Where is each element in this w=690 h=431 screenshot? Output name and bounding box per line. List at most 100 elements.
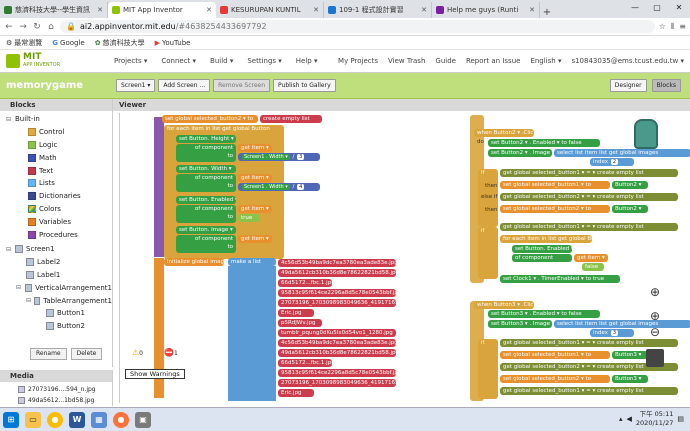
remove-screen-button[interactable]: Remove Screen — [213, 79, 271, 92]
clock[interactable]: 下午 05:11 2020/11/27 — [636, 410, 673, 428]
compare-block[interactable]: get global selected_button1 ▾ = ▾ create… — [500, 169, 678, 177]
zoom-in-icon[interactable]: ⊕ — [650, 309, 660, 323]
image-text-block[interactable]: 4c56d53b49ba9dc7ea3780ea3ade83e.jpg — [278, 339, 396, 347]
set-button2-enabled-block[interactable]: set Button2 ▾ . Enabled ▾ to false — [488, 139, 600, 147]
set-clock-timer-block[interactable]: set Clock1 ▾ . TimerEnabled ▾ to true — [500, 275, 620, 283]
image-text-block[interactable]: 66d5172...fbc.1.jpg — [278, 359, 332, 367]
volume-icon[interactable]: ◀ — [627, 415, 632, 423]
collapse-icon[interactable]: ⊟ — [6, 246, 12, 253]
set-button3-image-block[interactable]: set Button3 ▾ . Image ▾ to — [488, 320, 552, 328]
close-icon[interactable]: ✕ — [313, 6, 319, 14]
menu-help[interactable]: Help ▾ — [296, 57, 318, 65]
menu-connect[interactable]: Connect ▾ — [161, 57, 196, 65]
menu-build[interactable]: Build ▾ — [210, 57, 233, 65]
set-selected-button1-block[interactable]: set global selected_button1 ▾ to — [500, 351, 610, 359]
new-tab-button[interactable]: + — [540, 7, 554, 18]
designer-button[interactable]: Designer — [609, 79, 647, 92]
menu-settings[interactable]: Settings ▾ — [247, 57, 281, 65]
image-text-block[interactable]: Eric.jpg — [278, 389, 314, 397]
collapse-icon[interactable]: ⊟ — [26, 297, 31, 304]
make-a-list-block[interactable]: make a list — [228, 258, 276, 266]
view-trash-link[interactable]: View Trash — [388, 57, 425, 65]
back-icon[interactable]: ← — [4, 22, 14, 32]
url-field[interactable]: 🔒 ai2.appinventor.mit.edu/#4638254433697… — [60, 20, 655, 33]
browser-tab-school[interactable]: 慈濟科技大學--學生資訊 ✕ — [0, 2, 108, 18]
get-item-block[interactable]: get item ▾ — [238, 144, 272, 152]
media-item[interactable]: 49da5612...1bd58.jpg — [0, 395, 112, 406]
button2-component-block[interactable]: Button2 ▾ — [612, 181, 648, 189]
true-block[interactable]: true — [238, 214, 260, 222]
media-item[interactable]: 27073196....594_n.jpg — [0, 384, 112, 395]
blocks-button[interactable]: Blocks — [651, 79, 681, 92]
divide-block[interactable]: Screen1 . Width ▾ / 3 — [238, 153, 320, 161]
bookmark-youtube[interactable]: ▶ YouTube — [155, 39, 191, 47]
when-button2-click-block[interactable]: when Button2 ▾ .Click — [474, 129, 534, 137]
tree-button2[interactable]: Button2 — [6, 320, 112, 333]
drawer-control[interactable]: Control — [6, 126, 112, 139]
tree-table-arrangement[interactable]: ⊟ TableArrangement1 — [6, 294, 112, 307]
when-button3-click-block[interactable]: when Button3 ▾ .Click — [474, 301, 534, 309]
browser-tab-app-inventor[interactable]: MIT App Inventor ✕ — [108, 2, 216, 18]
image-text-block[interactable]: 49da5612cb310b36d8e78622821bd58.jpg — [278, 269, 396, 277]
tree-screen1[interactable]: ⊟ Screen1 — [6, 243, 112, 256]
create-empty-list-block[interactable]: create empty list — [260, 115, 322, 123]
image-text-block[interactable]: 4c56d53b49ba9dc7ea3780ea3ade83e.jpg — [278, 259, 396, 267]
trash-icon[interactable] — [646, 349, 664, 367]
notification-icon[interactable]: ▤ — [677, 415, 684, 423]
drawer-variables[interactable]: Variables — [6, 215, 112, 228]
library-icon[interactable]: ⫴ — [671, 22, 674, 32]
get-item-block[interactable]: get item ▾ — [238, 235, 272, 243]
report-issue-link[interactable]: Report an Issue — [466, 57, 520, 65]
close-window-icon[interactable]: ✕ — [668, 0, 690, 16]
photos-icon[interactable]: ▦ — [91, 411, 107, 428]
publish-gallery-button[interactable]: Publish to Gallery — [273, 79, 336, 92]
menu-icon[interactable]: ≡ — [679, 22, 686, 32]
start-icon[interactable]: ⊞ — [3, 411, 19, 428]
image-text-block[interactable]: 49da5612cb310b36d8e78622821bd58.jpg — [278, 349, 396, 357]
close-icon[interactable]: ✕ — [529, 6, 535, 14]
compare-block[interactable]: get global selected_button1 ▾ = ▾ create… — [500, 339, 678, 347]
guide-link[interactable]: Guide — [435, 57, 456, 65]
menu-projects[interactable]: Projects ▾ — [114, 57, 147, 65]
set-width-block[interactable]: set Button. Width ▾ — [176, 165, 236, 173]
app-inventor-logo[interactable]: MIT APP INVENTOR — [0, 53, 92, 69]
button3-component-block[interactable]: Button3 ▾ — [612, 351, 648, 359]
set-height-block[interactable]: set Button. Height ▾ — [176, 135, 236, 143]
set-selected-button1-block[interactable]: set global selected_button1 ▾ to — [500, 181, 610, 189]
if-block[interactable]: if — [478, 339, 498, 399]
divide-block[interactable]: Screen1 . Width ▾ / 4 — [238, 183, 320, 191]
bookmark-school[interactable]: ✿ 慈濟科技大學 — [95, 38, 145, 48]
language-menu[interactable]: English ▾ — [530, 57, 561, 65]
close-icon[interactable]: ✕ — [97, 6, 103, 14]
screen-select[interactable]: Screen1 ▾ — [116, 79, 156, 92]
select-list-item-block[interactable]: select list item list get global images — [554, 320, 690, 328]
browser-tab-youtube[interactable]: KESURUPAN KUNTIL ✕ — [216, 2, 324, 18]
set-selected-button2-block[interactable]: set global selected_button2 ▾ to — [500, 205, 610, 213]
forward-icon[interactable]: → — [18, 22, 28, 32]
get-item-block[interactable]: get item ▾ — [238, 205, 272, 213]
maximize-icon[interactable]: ▢ — [646, 0, 668, 16]
drawer-dictionaries[interactable]: Dictionaries — [6, 190, 112, 203]
browser-tab-help[interactable]: Help me guys (Runti ✕ — [432, 2, 540, 18]
zoom-out-icon[interactable]: ⊖ — [650, 325, 660, 339]
compare-block[interactable]: get global selected_button1 ▾ = ▾ create… — [500, 223, 678, 231]
set-image-block[interactable]: set Button. Image ▾ — [176, 226, 236, 234]
chrome-icon[interactable]: ● — [47, 411, 63, 428]
backpack-icon[interactable] — [634, 119, 658, 149]
bookmark-star-icon[interactable]: ☆ — [659, 22, 666, 32]
image-text-block[interactable]: 27073196_1703098983049636_41917165716312… — [278, 299, 396, 307]
button2-component-block[interactable]: Button2 ▾ — [612, 205, 648, 213]
tree-button1[interactable]: Button1 — [6, 307, 112, 320]
drawer-procedures[interactable]: Procedures — [6, 228, 112, 241]
close-icon[interactable]: ✕ — [206, 6, 212, 14]
minimize-icon[interactable]: — — [624, 0, 646, 16]
if-block[interactable]: if — [478, 227, 498, 279]
tree-vertical-arrangement[interactable]: ⊟ VerticalArrangement1 — [6, 281, 112, 294]
network-icon[interactable]: ▴ — [619, 415, 623, 423]
image-text-block[interactable]: p5RdJWv.jpg — [278, 319, 322, 327]
store-icon[interactable]: ▣ — [135, 411, 151, 428]
tree-label2[interactable]: Label2 — [6, 256, 112, 269]
get-item-block[interactable]: get item ▾ — [574, 254, 608, 262]
set-enabled-block[interactable]: set Button. Enabled ▾ — [176, 196, 236, 204]
drawer-colors[interactable]: Colors — [6, 203, 112, 216]
